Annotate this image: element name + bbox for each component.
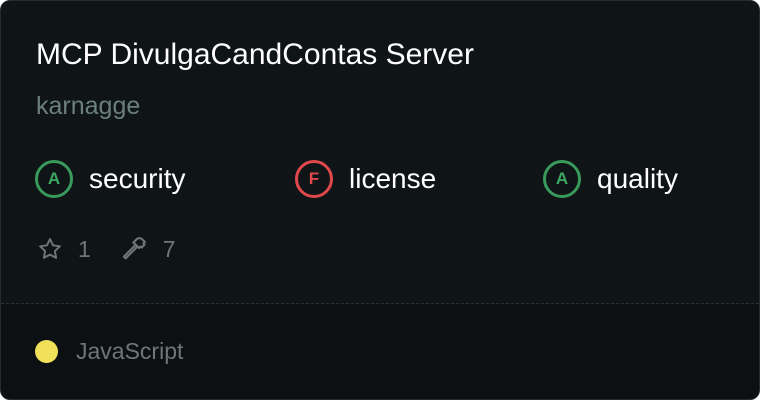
card-footer: JavaScript bbox=[1, 304, 759, 399]
license-grade-label: license bbox=[349, 163, 437, 194]
tool-count: 7 bbox=[162, 235, 176, 262]
language-color-dot bbox=[35, 340, 58, 363]
license-grade: F license bbox=[295, 157, 436, 201]
quality-grade-badge: A bbox=[543, 160, 581, 198]
security-grade-badge: A bbox=[35, 160, 73, 198]
quality-grade: A quality bbox=[543, 157, 678, 201]
security-grade: A security bbox=[35, 157, 185, 201]
hammer-icon bbox=[121, 235, 149, 263]
quality-grade-label: quality bbox=[597, 163, 678, 194]
server-card[interactable]: MCP DivulgaCandContas Server karnagge A … bbox=[0, 0, 760, 400]
security-grade-label: security bbox=[89, 163, 186, 194]
star-count: 1 bbox=[78, 235, 91, 262]
server-author: karnagge bbox=[36, 92, 141, 120]
star-icon bbox=[36, 235, 64, 263]
server-title: MCP DivulgaCandContas Server bbox=[36, 38, 474, 71]
language-label: JavaScript bbox=[76, 338, 184, 364]
license-grade-badge: F bbox=[295, 160, 333, 198]
server-stats: 1 7 bbox=[36, 233, 176, 265]
